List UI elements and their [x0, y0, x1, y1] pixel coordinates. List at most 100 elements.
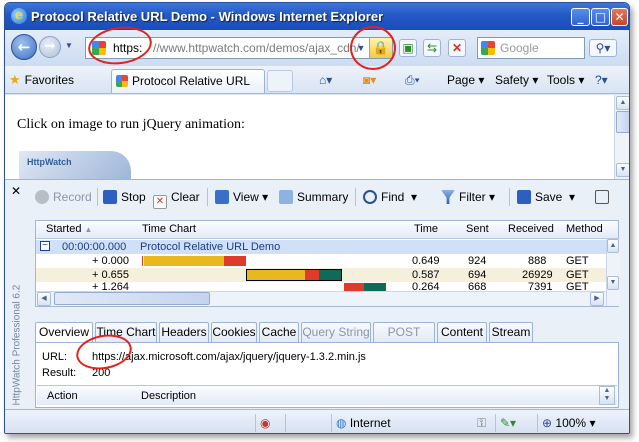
- help-icon[interactable]: ?▾: [595, 72, 608, 88]
- grid-scroll-up-icon[interactable]: ▲: [607, 239, 619, 253]
- print-icon[interactable]: ⎙▾: [405, 72, 420, 88]
- scroll-right-icon[interactable]: ▶: [590, 292, 604, 306]
- search-box[interactable]: Google: [477, 37, 585, 59]
- url-label: URL:: [42, 351, 68, 363]
- animation-image[interactable]: HttpWatch: [19, 151, 131, 179]
- record-icon: [35, 190, 49, 204]
- recent-pages-dropdown-icon[interactable]: ▼: [65, 41, 73, 50]
- title-bar: e Protocol Relative URL Demo - Windows I…: [5, 3, 629, 30]
- collapse-icon[interactable]: −: [40, 241, 50, 251]
- toolbar-separator: [355, 188, 356, 206]
- tab-cookies[interactable]: Cookies: [211, 322, 257, 342]
- scroll-left-icon[interactable]: ◀: [37, 292, 51, 306]
- column-started[interactable]: Started ▲: [46, 223, 92, 235]
- page-started: 00:00:00.000: [62, 241, 127, 253]
- stop-icon[interactable]: ✕: [448, 39, 466, 57]
- find-button[interactable]: Find ▾: [363, 189, 417, 205]
- protected-mode-icon[interactable]: ✎▾: [495, 414, 537, 432]
- ie-window: e Protocol Relative URL Demo - Windows I…: [4, 2, 630, 434]
- tab-active[interactable]: Protocol Relative URL Demo: [111, 69, 265, 110]
- tab-favicon-icon: [116, 75, 128, 87]
- favorites-button[interactable]: ★ Favorites: [9, 70, 74, 90]
- request-grid: Started ▲ Time Chart Time Sent Received …: [35, 220, 620, 307]
- refresh-icon[interactable]: ⇆: [423, 39, 441, 57]
- view-button[interactable]: View ▾: [215, 189, 268, 205]
- grid-vertical-scrollbar[interactable]: ▲ ▼: [606, 239, 620, 306]
- column-action[interactable]: Action: [47, 390, 78, 402]
- clear-button[interactable]: ✕ Clear: [153, 189, 200, 209]
- column-timechart[interactable]: Time Chart: [142, 223, 196, 235]
- table-row[interactable]: + 0.655 0.587 694 26929 GET: [36, 268, 606, 282]
- close-panel-icon[interactable]: ✕: [11, 184, 21, 198]
- wait-segment: [305, 270, 319, 280]
- scroll-thumb[interactable]: [616, 111, 629, 133]
- summary-icon: [279, 190, 293, 204]
- tab-content[interactable]: Content: [437, 322, 487, 342]
- save-button[interactable]: Save ▾: [517, 189, 575, 205]
- filter-label: Filter: [459, 190, 486, 204]
- grid-scroll-down-icon[interactable]: ▼: [607, 276, 619, 290]
- address-bar[interactable]: https: //www.httpwatch.com/demos/ajax_cd…: [85, 37, 393, 59]
- row-timing-bar: [142, 256, 248, 266]
- more-icon: [595, 190, 609, 204]
- forward-button[interactable]: →: [39, 36, 61, 58]
- find-icon: [363, 190, 377, 204]
- lock-icon[interactable]: 🔒: [369, 38, 392, 58]
- popup-blocker-icon[interactable]: ◉: [255, 414, 285, 432]
- table-row[interactable]: + 1.264 0.264 668 7391 GET: [36, 282, 606, 291]
- tab-query-string[interactable]: Query String: [301, 322, 371, 342]
- safety-menu[interactable]: Safety ▾: [495, 72, 538, 88]
- column-method[interactable]: Method: [566, 223, 603, 235]
- home-icon[interactable]: ⌂▾: [319, 72, 332, 88]
- table-row[interactable]: + 0.000 0.649 924 888 GET: [36, 254, 606, 268]
- result-value: 200: [92, 367, 111, 379]
- grid-scroll-thumb[interactable]: [54, 292, 210, 305]
- clear-label: Clear: [171, 190, 200, 204]
- filter-button[interactable]: Filter ▾: [441, 189, 495, 205]
- stop-button[interactable]: Stop: [103, 189, 146, 205]
- maximize-button[interactable]: □: [591, 8, 610, 26]
- tab-time-chart[interactable]: Time Chart: [95, 322, 157, 342]
- filter-icon: [441, 190, 455, 204]
- address-dropdown-icon[interactable]: ▼: [354, 38, 368, 58]
- globe-icon: ◍: [336, 416, 347, 430]
- receive-segment: [364, 283, 386, 291]
- tools-menu[interactable]: Tools ▾: [547, 72, 584, 88]
- httpwatch-toolbar: Record Stop ✕ Clear View ▾ Summary Find ▾…: [29, 186, 627, 209]
- tab-overview[interactable]: Overview: [35, 322, 93, 343]
- more-button[interactable]: [595, 189, 613, 205]
- row-sent: 694: [468, 269, 487, 281]
- column-sent[interactable]: Sent: [466, 223, 489, 235]
- toolbar-separator: [509, 188, 510, 206]
- grid-header: Started ▲ Time Chart Time Sent Received …: [36, 221, 618, 239]
- page-scrollbar[interactable]: ▲ ▼: [614, 95, 629, 179]
- summary-button[interactable]: Summary: [279, 189, 348, 205]
- overview-scroll-icon[interactable]: ▲ ▼: [599, 386, 615, 405]
- scroll-down-icon[interactable]: ▼: [616, 163, 629, 177]
- scroll-up-icon[interactable]: ▲: [616, 96, 629, 110]
- page-menu[interactable]: Page ▾: [447, 72, 484, 88]
- zoom-control[interactable]: ⊕ 100% ▾: [537, 414, 623, 432]
- back-button[interactable]: ←: [11, 34, 37, 60]
- tab-post-data[interactable]: POST Data: [373, 322, 435, 357]
- row-received: 26929: [522, 269, 553, 281]
- tab-stream[interactable]: Stream: [489, 322, 533, 342]
- new-tab-button[interactable]: [267, 70, 293, 92]
- security-zone[interactable]: ◍ Internet ⚿: [331, 414, 495, 432]
- close-window-button[interactable]: ✕: [611, 8, 628, 26]
- search-go-icon[interactable]: ⚲▾: [589, 39, 617, 57]
- tab-cache[interactable]: Cache: [259, 322, 299, 342]
- page-group-row[interactable]: − 00:00:00.000 Protocol Relative URL Dem…: [36, 240, 606, 254]
- stop-square-icon: [103, 190, 117, 204]
- column-time[interactable]: Time: [414, 223, 438, 235]
- column-received[interactable]: Received: [508, 223, 554, 235]
- record-button[interactable]: Record: [35, 189, 92, 205]
- search-placeholder: Google: [500, 41, 539, 55]
- grid-horizontal-scrollbar[interactable]: ◀ ▶: [36, 291, 606, 306]
- tab-headers[interactable]: Headers: [159, 322, 209, 342]
- compatibility-view-icon[interactable]: ▣: [399, 39, 417, 57]
- feeds-icon[interactable]: ◙▾: [363, 72, 376, 88]
- minimize-button[interactable]: _: [571, 8, 590, 26]
- column-description[interactable]: Description: [141, 390, 196, 402]
- save-icon: [517, 190, 531, 204]
